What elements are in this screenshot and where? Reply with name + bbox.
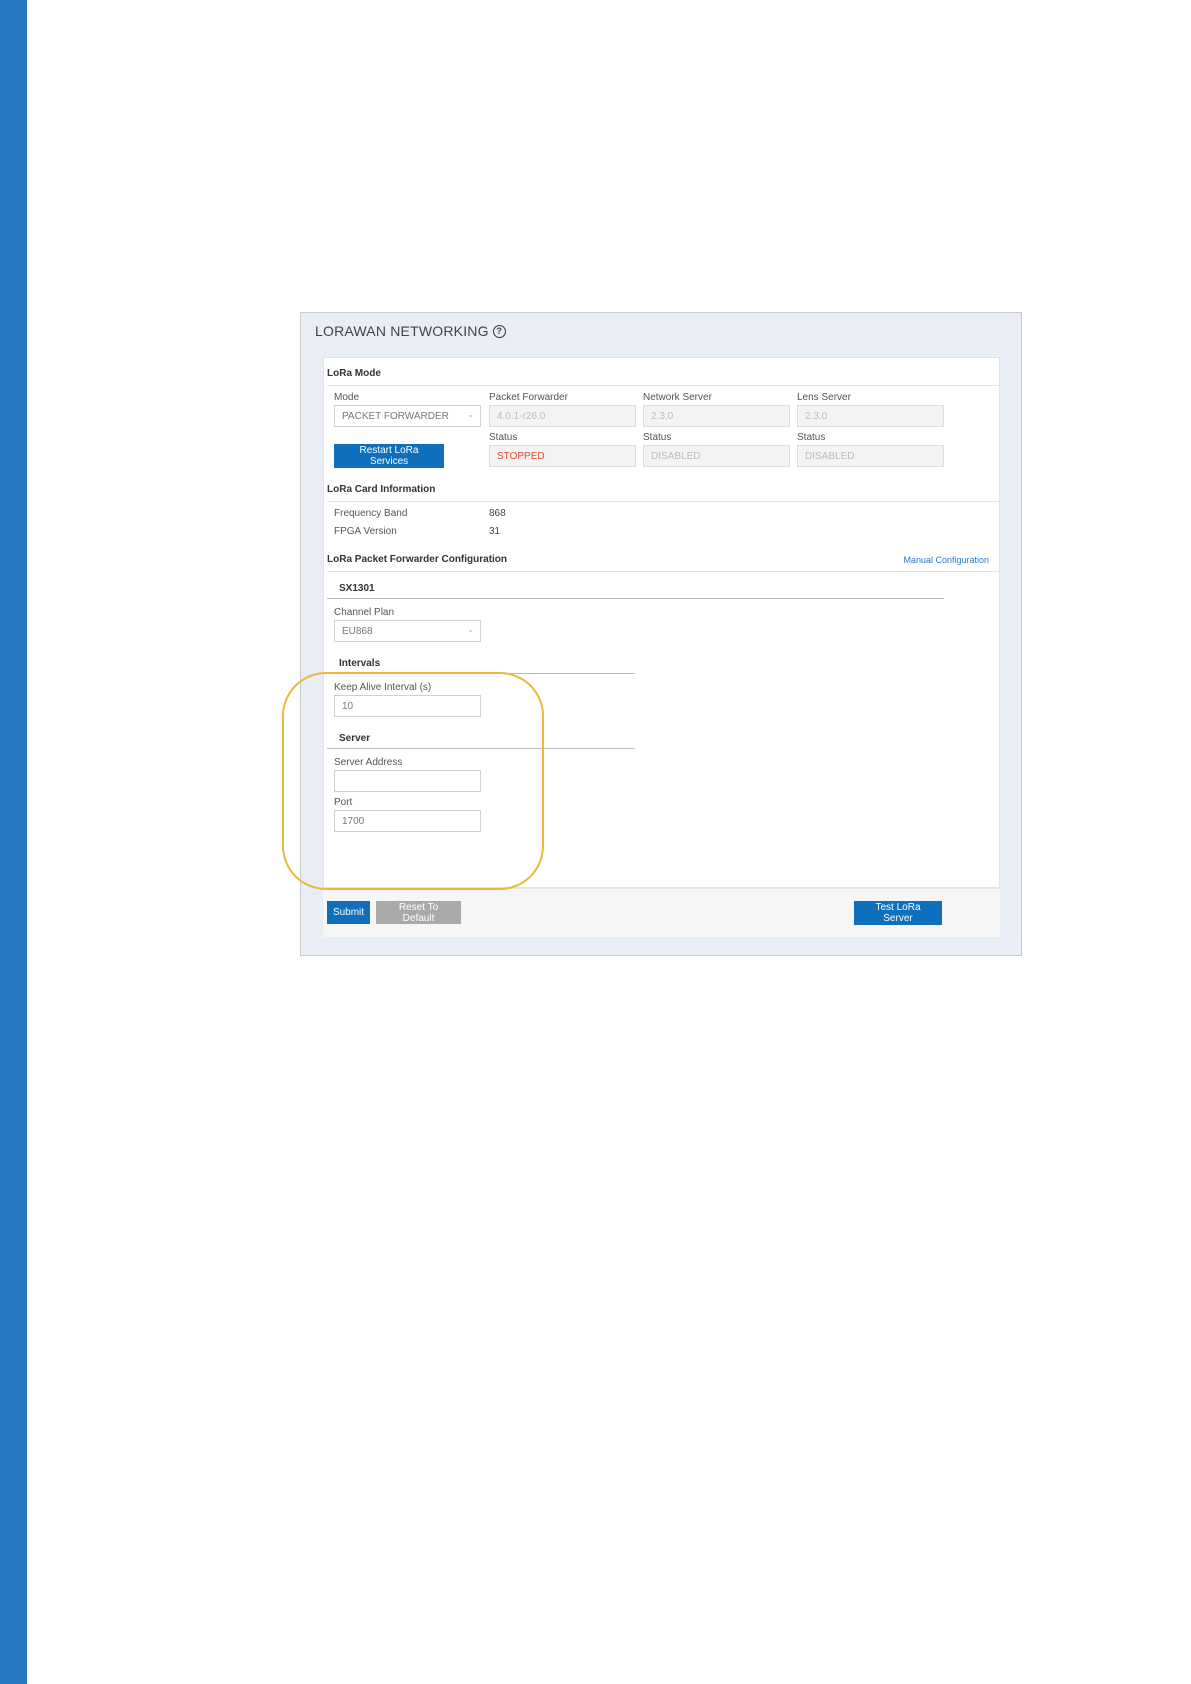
network-server-version-field: 2.3.0	[643, 405, 790, 427]
fpga-version-value: 31	[489, 526, 501, 537]
channel-plan-label: Channel Plan	[334, 607, 395, 618]
channel-plan-value: EU868	[342, 626, 373, 637]
page-side-bar	[0, 0, 27, 1684]
chevron-down-icon: ⌄	[467, 410, 474, 419]
fpga-version-label: FPGA Version	[334, 526, 397, 537]
question-circle-icon[interactable]: ?	[492, 324, 506, 338]
channel-plan-select[interactable]: EU868 ⌄	[334, 620, 481, 642]
submit-button[interactable]: Submit	[327, 901, 370, 924]
sx1301-heading: SX1301	[327, 583, 944, 599]
pf-status-field: STOPPED	[489, 445, 636, 467]
ns-status-label: Status	[643, 432, 672, 443]
test-lora-server-button[interactable]: Test LoRa Server	[854, 901, 942, 925]
ls-status-field: DISABLED	[797, 445, 944, 467]
mode-select[interactable]: PACKET FORWARDER ⌄	[334, 405, 481, 427]
pf-config-heading: LoRa Packet Forwarder Configuration	[327, 554, 999, 572]
reset-to-default-button[interactable]: Reset To Default	[376, 901, 461, 924]
packet-forwarder-label: Packet Forwarder	[489, 392, 568, 403]
ns-status-field: DISABLED	[643, 445, 790, 467]
restart-lora-services-button[interactable]: Restart LoRa Services	[334, 444, 444, 468]
mode-select-value: PACKET FORWARDER	[342, 411, 449, 422]
mode-label: Mode	[334, 392, 360, 403]
card-info-heading: LoRa Card Information	[327, 484, 999, 502]
lora-mode-heading: LoRa Mode	[327, 368, 999, 386]
panel-title: LORAWAN NETWORKING ?	[315, 323, 506, 339]
manual-configuration-link[interactable]: Manual Configuration	[903, 555, 989, 565]
form-footer: Submit Reset To Default Test LoRa Server	[323, 888, 1000, 937]
ls-status-label: Status	[797, 432, 826, 443]
frequency-band-label: Frequency Band	[334, 508, 408, 519]
panel-title-text: LORAWAN NETWORKING	[315, 323, 489, 339]
highlight-outline	[282, 672, 544, 890]
network-server-label: Network Server	[643, 392, 712, 403]
chevron-down-icon: ⌄	[467, 625, 474, 634]
lens-server-version-field: 2.3.0	[797, 405, 944, 427]
lens-server-label: Lens Server	[797, 392, 851, 403]
frequency-band-value: 868	[489, 508, 506, 519]
pf-status-label: Status	[489, 432, 518, 443]
packet-forwarder-version-field: 4.0.1-r26.0	[489, 405, 636, 427]
